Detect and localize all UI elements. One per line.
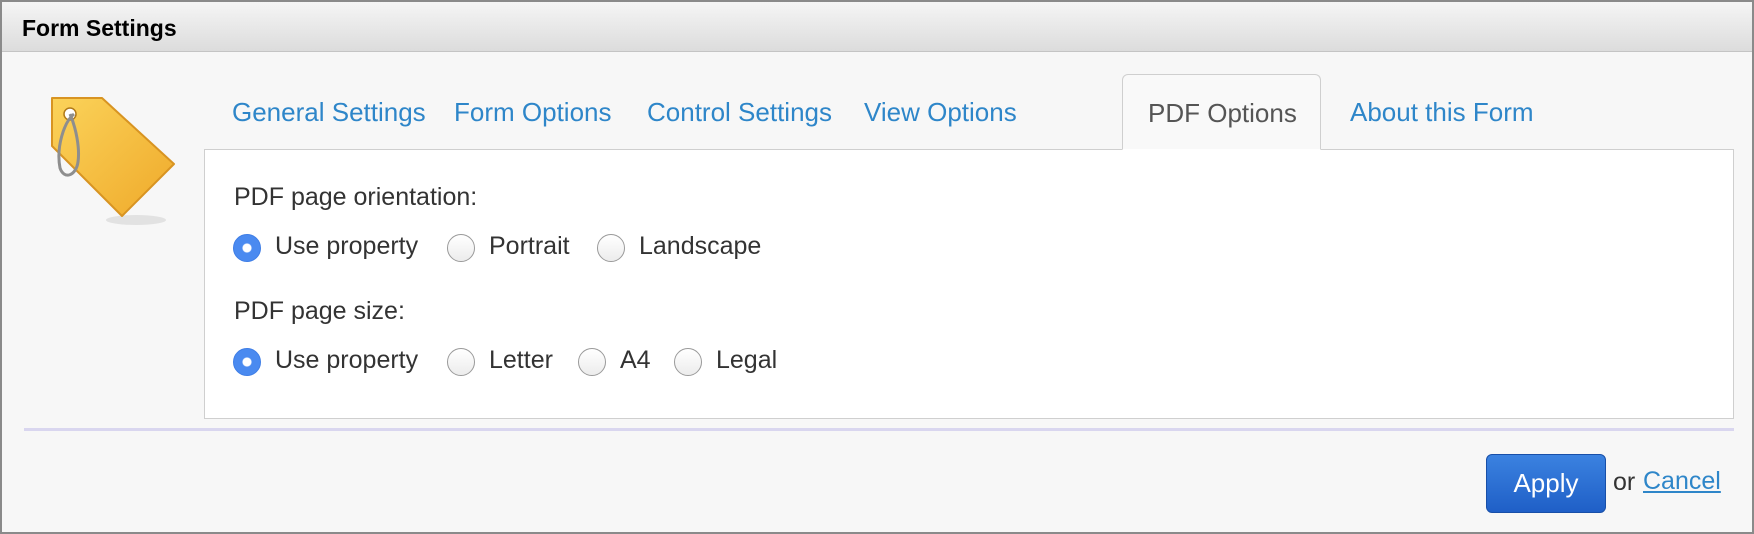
pdf-options-panel: PDF page orientation: Use property Portr…	[204, 149, 1734, 419]
orientation-use-property-radio[interactable]	[233, 234, 261, 262]
page-size-label: PDF page size:	[234, 297, 405, 325]
dialog-title: Form Settings	[22, 15, 177, 41]
size-a4-radio[interactable]	[578, 348, 606, 376]
size-legal-radio[interactable]	[674, 348, 702, 376]
orientation-portrait-radio[interactable]	[447, 234, 475, 262]
size-use-property-label: Use property	[275, 346, 419, 374]
tab-pdf-options[interactable]: PDF Options	[1122, 74, 1321, 150]
size-legal-label: Legal	[716, 346, 778, 374]
tab-about-this-form[interactable]: About this Form	[1322, 74, 1562, 150]
size-a4-option[interactable]: A4	[578, 344, 658, 380]
orientation-landscape-label: Landscape	[639, 232, 762, 260]
tag-icon	[51, 97, 175, 225]
size-a4-label: A4	[620, 346, 651, 374]
tab-view-options[interactable]: View Options	[836, 74, 1045, 150]
size-letter-option[interactable]: Letter	[447, 344, 559, 380]
cancel-link[interactable]: Cancel	[1643, 467, 1721, 496]
tab-form-options[interactable]: Form Options	[426, 74, 640, 150]
or-text: or	[1613, 468, 1636, 496]
tab-control-settings[interactable]: Control Settings	[619, 74, 860, 150]
size-legal-option[interactable]: Legal	[674, 344, 784, 380]
title-bar: Form Settings	[2, 2, 1752, 52]
orientation-label: PDF page orientation:	[234, 183, 478, 211]
size-use-property-radio[interactable]	[233, 348, 261, 376]
orientation-use-property-option[interactable]: Use property	[233, 230, 423, 266]
orientation-landscape-radio[interactable]	[597, 234, 625, 262]
footer-divider	[24, 428, 1734, 431]
orientation-landscape-option[interactable]: Landscape	[597, 230, 767, 266]
tab-general-settings[interactable]: General Settings	[204, 74, 454, 150]
orientation-portrait-option[interactable]: Portrait	[447, 230, 577, 266]
size-use-property-option[interactable]: Use property	[233, 344, 423, 380]
size-letter-radio[interactable]	[447, 348, 475, 376]
orientation-portrait-label: Portrait	[489, 232, 570, 260]
form-settings-dialog: Form Settings General Settings Form Opti…	[0, 0, 1754, 534]
apply-button[interactable]: Apply	[1486, 454, 1606, 513]
size-letter-label: Letter	[489, 346, 553, 374]
orientation-use-property-label: Use property	[275, 232, 419, 260]
